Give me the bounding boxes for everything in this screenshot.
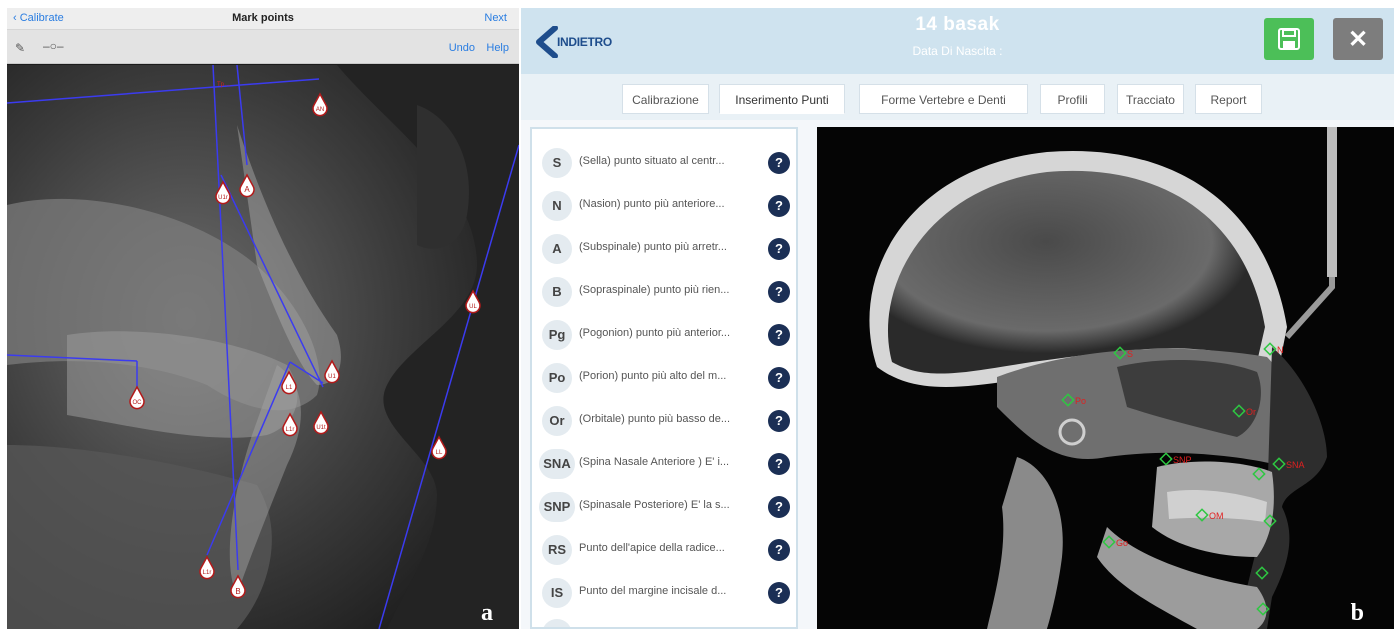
marker-label: U1r [218, 195, 228, 201]
help-icon[interactable]: ? [768, 582, 790, 604]
undo-button[interactable]: Undo [449, 42, 475, 54]
landmark-list[interactable]: S (Sella) punto situato al centr...? N (Na… [530, 127, 798, 629]
tab-forme-vertebre-e-denti[interactable]: Forme Vertebre e Denti [859, 84, 1028, 114]
pencil-icon[interactable]: ✎ [15, 41, 25, 55]
help-icon[interactable]: ? [768, 152, 790, 174]
point-description: Punto del margine incisale d... [579, 585, 727, 597]
marker-label: L1r [286, 427, 295, 433]
point-code-badge: S [542, 148, 572, 178]
list-item[interactable]: Po (Porion) punto più alto del m...? [532, 356, 796, 399]
point-description: (Nasion) punto più anteriore... [579, 198, 725, 210]
landmark-label: S [1127, 349, 1133, 359]
point-code-badge: Or [542, 406, 572, 436]
landmark-label: Go [1116, 538, 1128, 548]
help-icon[interactable]: ? [768, 367, 790, 389]
lateral-xray-image[interactable]: Tp ... AN U1r A UL U1 L1 OC L1r U1t LL L… [7, 65, 519, 629]
marker-label: B [235, 587, 240, 596]
landmark-label: N [1277, 345, 1284, 355]
close-button[interactable]: ✕ [1333, 18, 1383, 60]
point-description: (Subspinale) punto più arretr... [579, 241, 727, 253]
tab-tracciato[interactable]: Tracciato [1117, 84, 1184, 114]
help-icon[interactable]: ? [768, 453, 790, 475]
help-icon[interactable]: ? [768, 410, 790, 432]
list-item[interactable]: A (Subspinale) punto più arretr...? [532, 227, 796, 270]
help-button[interactable]: Help [486, 42, 509, 54]
composite-figure: ‹ Calibrate Mark points Next ✎ –○– Undo … [0, 0, 1394, 629]
help-icon[interactable]: ? [768, 195, 790, 217]
point-description: (Sopraspinale) punto più rien... [579, 284, 730, 296]
marker-label: L1r [203, 570, 212, 576]
landmark-label: Or [1246, 407, 1256, 417]
tab-inserimento-punti[interactable]: Inserimento Punti [719, 84, 845, 114]
help-icon[interactable]: ? [768, 238, 790, 260]
point-description: (Spina Nasale Anteriore ) E' i... [579, 456, 730, 468]
list-item[interactable]: IS Punto del margine incisale d...? [532, 571, 796, 614]
help-icon[interactable]: ? [768, 324, 790, 346]
list-item[interactable]: Or (Orbitale) punto più basso de...? [532, 399, 796, 442]
point-code-badge: Pg [542, 320, 572, 350]
help-icon[interactable]: ? [768, 496, 790, 518]
landmark-label: OM [1209, 511, 1224, 521]
marker-label: L1 [286, 385, 293, 391]
next-button[interactable]: Next [484, 12, 507, 24]
tab-calibrazione[interactable]: Calibrazione [622, 84, 709, 114]
tracing-annotation: Tp ... [217, 82, 231, 88]
list-item[interactable]: RS Punto dell'apice della radice...? [532, 528, 796, 571]
point-code-badge: A [542, 234, 572, 264]
help-icon[interactable]: ? [768, 539, 790, 561]
marker-label: U1t [316, 425, 326, 431]
point-code-badge: IS [542, 578, 572, 608]
landmark-label: Po [1075, 396, 1086, 406]
point-code-badge: RS [542, 535, 572, 565]
point-description: (Sella) punto situato al centr... [579, 155, 725, 167]
marker-label: U1 [328, 374, 336, 380]
landmark-label: SNA [1286, 460, 1305, 470]
save-button[interactable] [1264, 18, 1314, 60]
nav-bar: ‹ Calibrate Mark points Next [7, 8, 519, 30]
marker-label: LL [436, 450, 443, 456]
panel-a-ipad-app: ‹ Calibrate Mark points Next ✎ –○– Undo … [7, 8, 519, 629]
landmark-label: SNP [1173, 455, 1192, 465]
tab-bar: Calibrazione Inserimento Punti Forme Ver… [521, 74, 1394, 120]
marker-label: AN [316, 107, 324, 113]
list-item[interactable]: SNA (Spina Nasale Anteriore ) E' i...? [532, 442, 796, 485]
panel-b-web-app: INDIETRO 14 basak Data Di Nascita : ✕ Ca… [521, 8, 1394, 629]
point-code-badge: SNA [539, 449, 575, 479]
floppy-disk-icon [1278, 28, 1300, 50]
marker-label: UL [469, 304, 477, 310]
point-code-badge: SNP [539, 492, 575, 522]
toolbar: ✎ –○– Undo Help [7, 30, 519, 64]
marker-line-icon[interactable]: –○– [43, 39, 64, 53]
tab-profili[interactable]: Profili [1040, 84, 1105, 114]
list-item[interactable]: S (Sella) punto situato al centr...? [532, 141, 796, 184]
cephalometric-xray-image[interactable]: S N Po Or SNP SNA OM Go [817, 127, 1394, 629]
list-item[interactable]: B (Sopraspinale) punto più rien...? [532, 270, 796, 313]
point-description: (Spinasale Posteriore) E' la s... [579, 499, 730, 511]
panel-letter-b: b [1350, 600, 1364, 626]
help-icon[interactable]: ? [768, 281, 790, 303]
close-icon: ✕ [1347, 26, 1369, 53]
header-bar: INDIETRO 14 basak Data Di Nascita : ✕ [521, 8, 1394, 74]
point-description: (Porion) punto più alto del m... [579, 370, 727, 382]
panel-letter-a: a [481, 600, 493, 626]
list-item[interactable]: SNP (Spinasale Posteriore) E' la s...? [532, 485, 796, 528]
point-code-badge: N [542, 191, 572, 221]
point-code-badge: B [542, 277, 572, 307]
list-item[interactable]: Pg (Pogonion) punto più anterior...? [532, 313, 796, 356]
tab-report[interactable]: Report [1195, 84, 1262, 114]
marker-label: OC [133, 400, 143, 406]
marker-label: A [244, 185, 250, 194]
partial-list-item [542, 619, 572, 627]
point-description: (Orbitale) punto più basso de... [579, 413, 731, 425]
page-title: Mark points [232, 12, 294, 24]
point-description: (Pogonion) punto più anterior... [579, 327, 731, 339]
list-item[interactable]: N (Nasion) punto più anteriore...? [532, 184, 796, 227]
point-code-badge: Po [542, 363, 572, 393]
point-description: Punto dell'apice della radice... [579, 542, 725, 554]
